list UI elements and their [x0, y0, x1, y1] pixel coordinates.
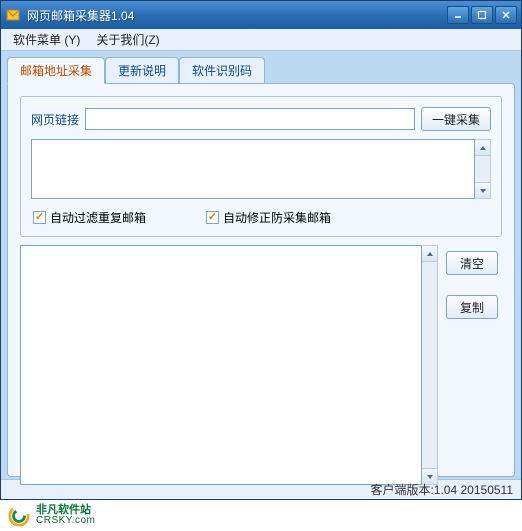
- scroll-down-icon[interactable]: [475, 182, 490, 198]
- tab-update-notes[interactable]: 更新说明: [105, 57, 179, 83]
- check-filter-label: 自动过滤重复邮箱: [50, 209, 146, 226]
- tab-email-collect[interactable]: 邮箱地址采集: [7, 57, 105, 84]
- check-fix-label: 自动修正防采集邮箱: [223, 209, 331, 226]
- collect-button[interactable]: 一键采集: [421, 107, 491, 131]
- scroll-track[interactable]: [475, 156, 490, 182]
- source-wrap: [31, 139, 491, 199]
- url-label: 网页链接: [31, 111, 79, 128]
- maximize-button[interactable]: [471, 6, 493, 24]
- tab-software-id[interactable]: 软件识别码: [179, 57, 265, 83]
- url-input[interactable]: [85, 108, 415, 130]
- minimize-button[interactable]: [447, 6, 469, 24]
- app-icon: [5, 7, 21, 23]
- menu-software[interactable]: 软件菜单 (Y): [5, 29, 88, 50]
- close-button[interactable]: [495, 6, 517, 24]
- url-row: 网页链接 一键采集: [31, 107, 491, 131]
- clear-button[interactable]: 清空: [446, 251, 498, 275]
- copy-button[interactable]: 复制: [446, 295, 498, 319]
- scroll-track[interactable]: [422, 262, 437, 468]
- tab-strip: 邮箱地址采集 更新说明 软件识别码: [7, 57, 515, 83]
- titlebar: 网页邮箱采集器1.04: [1, 1, 521, 29]
- page-footer: 非凡软件站 CRSKY.com: [0, 500, 522, 531]
- footer-site-domain: CRSKY.com: [36, 516, 95, 526]
- scroll-up-icon[interactable]: [422, 246, 437, 262]
- results-textarea[interactable]: [20, 245, 422, 485]
- results-scrollbar[interactable]: [422, 245, 438, 485]
- window-title: 网页邮箱采集器1.04: [27, 7, 447, 24]
- app-window: 网页邮箱采集器1.04 软件菜单 (Y) 关于我们(Z) 邮箱地址采集 更新说明…: [0, 0, 522, 500]
- site-logo-icon: [8, 505, 30, 527]
- status-text: 客户端版本:1.04 20150511: [370, 481, 513, 498]
- check-fix-anti-collect[interactable]: 自动修正防采集邮箱: [206, 209, 331, 226]
- client-area: 邮箱地址采集 更新说明 软件识别码 网页链接 一键采集: [1, 51, 521, 479]
- check-filter-duplicates[interactable]: 自动过滤重复邮箱: [33, 209, 146, 226]
- results-wrap: [20, 245, 438, 485]
- side-buttons: 清空 复制: [446, 245, 502, 485]
- scroll-up-icon[interactable]: [475, 140, 490, 156]
- source-scrollbar[interactable]: [475, 139, 491, 199]
- checkbox-icon: [33, 211, 46, 224]
- footer-text: 非凡软件站 CRSKY.com: [36, 505, 95, 526]
- tab-panel: 网页链接 一键采集 自动过滤重复邮箱: [7, 83, 515, 477]
- source-textarea[interactable]: [31, 139, 475, 199]
- checkbox-icon: [206, 211, 219, 224]
- results-group: 清空 复制: [20, 245, 502, 485]
- menubar: 软件菜单 (Y) 关于我们(Z): [1, 29, 521, 51]
- window-controls: [447, 6, 517, 24]
- menu-about[interactable]: 关于我们(Z): [88, 29, 167, 50]
- input-group: 网页链接 一键采集 自动过滤重复邮箱: [20, 96, 502, 237]
- checkbox-row: 自动过滤重复邮箱 自动修正防采集邮箱: [31, 209, 491, 226]
